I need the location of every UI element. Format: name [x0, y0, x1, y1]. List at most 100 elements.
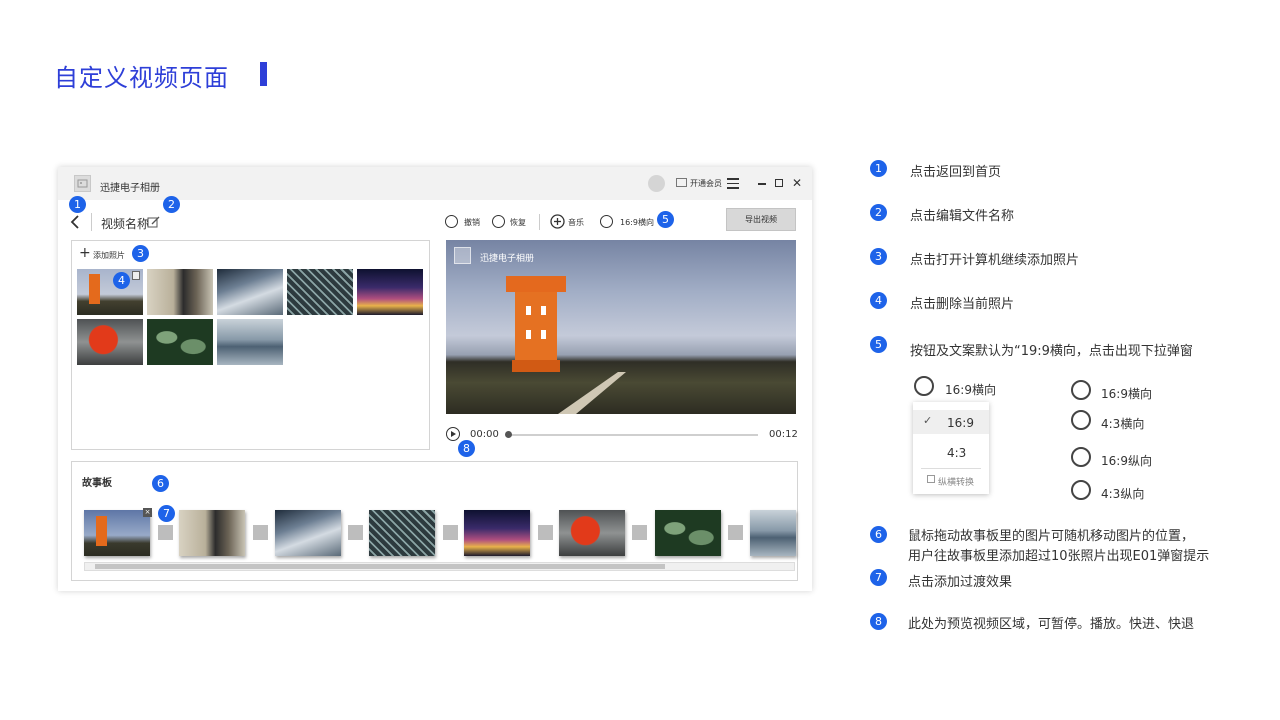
transition-slot[interactable]	[348, 525, 363, 540]
preview-logo-text: 迅捷电子相册	[480, 254, 535, 264]
ratio-radio-icon[interactable]	[600, 215, 613, 228]
callout-badge-3: 3	[132, 245, 149, 262]
storyboard-thumb[interactable]	[369, 510, 435, 556]
app-name: 迅捷电子相册	[100, 183, 160, 194]
export-button[interactable]: 导出视频	[726, 208, 796, 231]
dropdown-option-4-3[interactable]: 4:3	[913, 440, 989, 464]
callout-badge-5: 5	[657, 211, 674, 228]
storyboard-thumb[interactable]	[750, 510, 796, 556]
note-3: 点击打开计算机继续添加照片	[910, 253, 1080, 268]
video-preview[interactable]: 迅捷电子相册	[446, 240, 796, 414]
member-link[interactable]: 开通会员	[690, 178, 722, 189]
callout-badge-7: 7	[158, 505, 175, 522]
delete-photo-icon[interactable]	[132, 271, 140, 280]
note-7: 点击添加过渡效果	[908, 575, 1013, 590]
option-label: 16:9纵向	[1101, 454, 1152, 468]
storyboard-thumb[interactable]	[559, 510, 625, 556]
option-label: 4:3横向	[1101, 417, 1145, 431]
option-radio-icon[interactable]	[1071, 480, 1091, 500]
note-badge-2: 2	[870, 204, 887, 221]
storyboard-delete-icon[interactable]: ×	[143, 508, 152, 517]
undo-radio-icon[interactable]	[445, 215, 458, 228]
option-radio-icon[interactable]	[1071, 380, 1091, 400]
note-badge-5: 5	[870, 336, 887, 353]
add-photo-plus-icon[interactable]: +	[79, 245, 91, 261]
member-icon	[676, 178, 687, 187]
note-2: 点击编辑文件名称	[910, 209, 1015, 224]
option-radio-icon[interactable]	[1071, 410, 1091, 430]
close-icon[interactable]: ✕	[792, 177, 802, 189]
storyboard-scrollbar[interactable]	[84, 562, 795, 571]
music-button[interactable]: 音乐	[568, 217, 584, 228]
minimize-icon[interactable]	[758, 183, 766, 185]
app-window: 迅捷电子相册 开通会员 ✕ 视频名称 撤销 恢复 音乐 16:9横向 导出视频 …	[58, 167, 812, 591]
note-5: 按钮及文案默认为“19:9横向，点击出现下拉弹窗	[910, 344, 1193, 359]
option-label: 4:3纵向	[1101, 487, 1145, 501]
storyboard-thumb[interactable]	[464, 510, 530, 556]
note-badge-3: 3	[870, 248, 887, 265]
option-radio-icon[interactable]	[1071, 447, 1091, 467]
storyboard-title: 故事板	[82, 478, 112, 489]
photo-thumb[interactable]	[77, 319, 143, 365]
transition-slot[interactable]	[443, 525, 458, 540]
back-icon[interactable]	[70, 214, 80, 234]
transition-slot[interactable]	[158, 525, 173, 540]
photo-thumb[interactable]	[357, 269, 423, 315]
storyboard-thumb[interactable]	[655, 510, 721, 556]
storyboard-thumb[interactable]	[179, 510, 245, 556]
note-badge-1: 1	[870, 160, 887, 177]
play-icon[interactable]	[446, 427, 460, 441]
video-name-label[interactable]: 视频名称	[101, 215, 149, 232]
check-icon: ✓	[923, 414, 933, 427]
photo-thumb[interactable]	[217, 319, 283, 365]
menu-icon[interactable]	[727, 178, 739, 189]
callout-badge-1: 1	[69, 196, 86, 213]
note-badge-7: 7	[870, 569, 887, 586]
callout-badge-4: 4	[113, 272, 130, 289]
transition-slot[interactable]	[538, 525, 553, 540]
add-music-icon[interactable]	[550, 214, 565, 233]
transition-slot[interactable]	[728, 525, 743, 540]
note-1: 点击返回到首页	[910, 165, 1002, 180]
transition-slot[interactable]	[632, 525, 647, 540]
note-badge-4: 4	[870, 292, 887, 309]
transition-slot[interactable]	[253, 525, 268, 540]
storyboard-thumb[interactable]	[275, 510, 341, 556]
dropdown-option-label: 4:3	[947, 446, 967, 460]
progress-track[interactable]	[506, 434, 758, 436]
divider	[91, 213, 92, 231]
photo-thumb[interactable]	[147, 319, 213, 365]
ratio-dropdown: ✓ 16:9 4:3 纵横转换	[913, 402, 989, 494]
dropdown-selected-label[interactable]: 16:9横向	[945, 381, 996, 398]
avatar[interactable]	[648, 175, 665, 192]
undo-button[interactable]: 撤销	[464, 217, 480, 228]
app-logo-icon	[74, 175, 91, 192]
photo-thumb[interactable]	[287, 269, 353, 315]
photo-thumb[interactable]	[217, 269, 283, 315]
dropdown-toggle-orientation[interactable]: 纵横转换	[938, 475, 974, 488]
dropdown-option-label: 16:9	[947, 416, 974, 430]
ratio-button[interactable]: 16:9横向	[620, 217, 654, 228]
edit-icon[interactable]	[147, 214, 160, 233]
option-label: 16:9横向	[1101, 387, 1152, 401]
time-current: 00:00	[470, 429, 499, 440]
note-8: 此处为预览视频区域，可暂停。播放。快进、快退	[908, 617, 1195, 632]
redo-radio-icon[interactable]	[492, 215, 505, 228]
note-6-line-2: 用户往故事板里添加超过10张照片出现E01弹窗提示	[908, 549, 1210, 564]
title-accent-bar	[260, 62, 267, 86]
maximize-icon[interactable]	[775, 179, 783, 187]
page-title: 自定义视频页面	[54, 64, 229, 92]
time-total: 00:12	[769, 429, 798, 440]
redo-button[interactable]: 恢复	[510, 217, 526, 228]
progress-handle[interactable]	[505, 431, 512, 438]
dropdown-divider	[921, 468, 981, 469]
note-6: 鼠标拖动故事板里的图片可随机移动图片的位置，	[908, 529, 1195, 544]
photo-thumb[interactable]	[147, 269, 213, 315]
dropdown-option-16-9[interactable]: ✓ 16:9	[913, 410, 989, 434]
callout-badge-6: 6	[152, 475, 169, 492]
preview-logo-icon	[454, 247, 471, 264]
dropdown-radio-icon[interactable]	[914, 376, 934, 396]
storyboard-thumb[interactable]	[84, 510, 150, 556]
callout-badge-2: 2	[163, 196, 180, 213]
add-photo-button[interactable]: 添加照片	[93, 250, 125, 261]
